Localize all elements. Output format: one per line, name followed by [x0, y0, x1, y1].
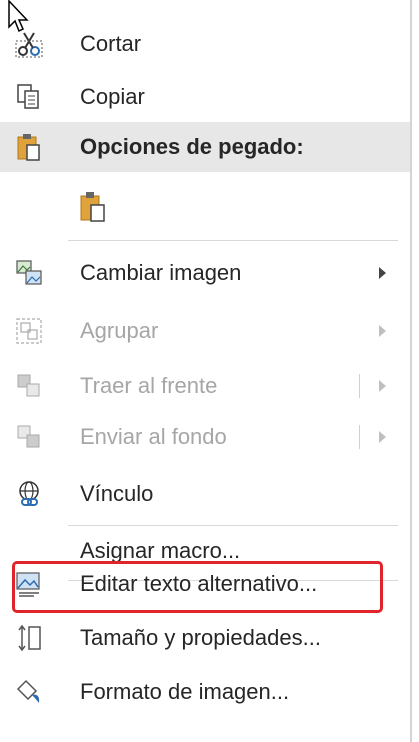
- split-separator: [359, 425, 360, 449]
- submenu-arrow-icon: [379, 325, 386, 337]
- menu-label-bring-front: Traer al frente: [80, 373, 218, 398]
- menu-label-cut: Cortar: [80, 31, 142, 56]
- menu-label-format-image: Formato de imagen...: [80, 679, 290, 704]
- highlight-box: [12, 561, 383, 613]
- menu-label-size-properties: Tamaño y propiedades...: [80, 625, 321, 650]
- menu-item-group: Agrupar: [0, 302, 410, 360]
- paste-icon: [14, 132, 44, 162]
- menu-item-format-image[interactable]: Formato de imagen...: [0, 663, 410, 721]
- cursor-arrow-icon: [8, 0, 29, 33]
- menu-item-send-back: Enviar al fondo: [0, 408, 410, 466]
- context-menu: Cortar Copiar Opciones de pegado: Cambia…: [0, 0, 412, 742]
- menu-label-group: Agrupar: [80, 318, 159, 343]
- send-back-icon: [14, 422, 44, 452]
- menu-item-link[interactable]: Vínculo: [0, 465, 410, 523]
- paste-icon: [78, 192, 108, 222]
- menu-item-cut[interactable]: Cortar: [0, 15, 410, 73]
- size-properties-icon: [14, 623, 44, 653]
- split-separator: [359, 374, 360, 398]
- change-image-icon: [14, 258, 44, 288]
- menu-item-copy[interactable]: Copiar: [0, 68, 410, 126]
- menu-label-link: Vínculo: [80, 481, 154, 506]
- submenu-arrow-icon: [379, 431, 386, 443]
- menu-item-size-properties[interactable]: Tamaño y propiedades...: [0, 609, 410, 667]
- menu-label-copy: Copiar: [80, 84, 145, 109]
- paste-options-header: Opciones de pegado:: [0, 122, 410, 172]
- copy-icon: [14, 82, 44, 112]
- menu-label-send-back: Enviar al fondo: [80, 424, 227, 449]
- menu-divider: [68, 240, 398, 241]
- group-icon: [14, 316, 44, 346]
- paste-options-label: Opciones de pegado:: [80, 134, 304, 159]
- menu-item-change-image[interactable]: Cambiar imagen: [0, 244, 410, 302]
- format-image-icon: [14, 677, 44, 707]
- submenu-arrow-icon: [379, 380, 386, 392]
- submenu-arrow-icon: [379, 267, 386, 279]
- link-icon: [14, 479, 44, 509]
- menu-label-change-image: Cambiar imagen: [80, 260, 242, 285]
- bring-front-icon: [14, 371, 44, 401]
- menu-item-bring-front: Traer al frente: [0, 357, 410, 415]
- paste-keep-format-button[interactable]: [0, 178, 410, 236]
